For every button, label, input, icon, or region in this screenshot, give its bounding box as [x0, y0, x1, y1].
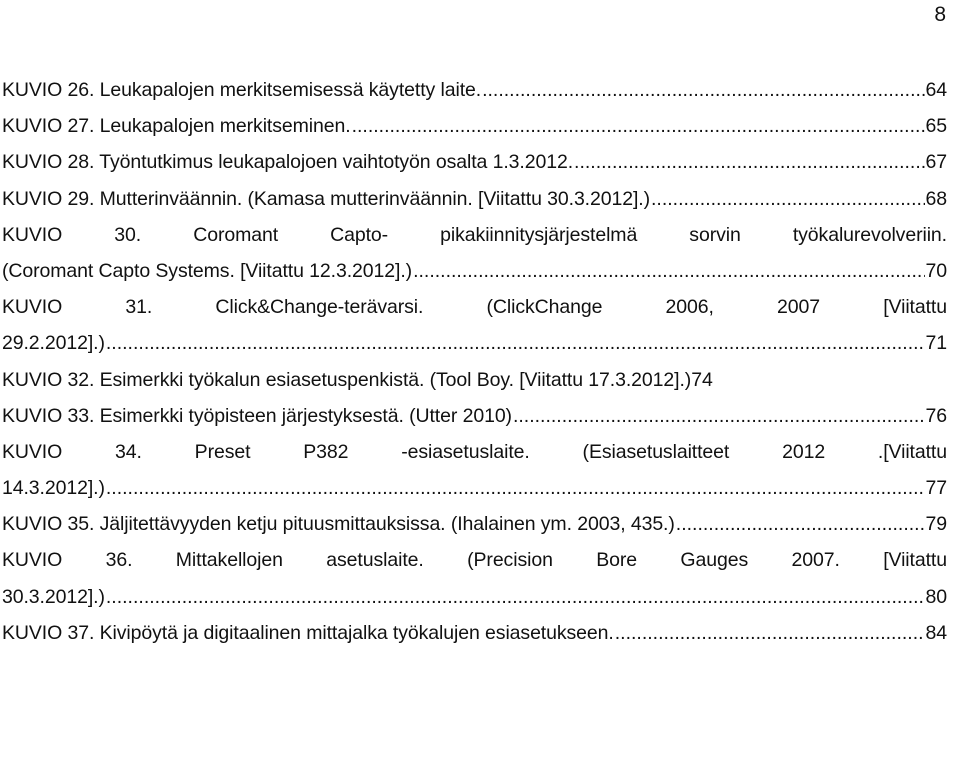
list-of-figures: KUVIO 26. Leukapalojen merkitsemisessä k… [2, 72, 947, 651]
toc-entry-first-line[interactable]: KUVIO 31. Click&Change-terävarsi. (Click… [2, 289, 947, 325]
toc-entry-page: 68 [925, 187, 948, 210]
toc-entry[interactable]: KUVIO 32. Esimerkki työkalun esiasetuspe… [2, 362, 947, 398]
toc-entry-page: 80 [925, 585, 948, 608]
dot-leader [106, 579, 925, 615]
toc-entry[interactable]: KUVIO 26. Leukapalojen merkitsemisessä k… [2, 72, 947, 108]
toc-entry-page: 65 [925, 115, 948, 138]
dot-leader [352, 108, 925, 144]
dot-leader [651, 181, 924, 217]
dot-leader [106, 470, 925, 506]
toc-entry-title: KUVIO 35. Jäljitettävyyden ketju pituusm… [2, 513, 675, 536]
toc-entry-title: 29.2.2012].) [2, 332, 105, 355]
toc-entry-title: 30.3.2012].) [2, 585, 105, 608]
toc-entry-page: 79 [925, 513, 948, 536]
toc-entry-title: KUVIO 37. Kivipöytä ja digitaalinen mitt… [2, 621, 614, 644]
toc-entry-title: KUVIO 33. Esimerkki työpisteen järjestyk… [2, 404, 512, 427]
dot-leader [482, 72, 924, 108]
toc-entry-first-line[interactable]: KUVIO 34. Preset P382 -esiasetuslaite. (… [2, 434, 947, 470]
toc-entry-page: 74 [691, 368, 713, 391]
dot-leader [413, 253, 924, 289]
dot-leader [513, 398, 925, 434]
toc-entry[interactable]: KUVIO 28. Työntutkimus leukapalojoen vai… [2, 144, 947, 180]
toc-entry[interactable]: (Coromant Capto Systems. [Viitattu 12.3.… [2, 253, 947, 289]
toc-entry-page: 70 [925, 259, 948, 282]
dot-leader [676, 506, 925, 542]
toc-entry-title: KUVIO 32. Esimerkki työkalun esiasetuspe… [2, 368, 692, 391]
toc-entry-title: KUVIO 27. Leukapalojen merkitseminen. [2, 115, 351, 138]
dot-leader [574, 144, 924, 180]
toc-entry-page: 67 [925, 151, 948, 174]
dot-leader [615, 615, 925, 651]
toc-entry-first-line[interactable]: KUVIO 36. Mittakellojen asetuslaite. (Pr… [2, 542, 947, 578]
toc-entry-page: 71 [925, 332, 948, 355]
toc-entry-first-line[interactable]: KUVIO 30. Coromant Capto- pikakiinnitysj… [2, 217, 947, 253]
toc-entry-title: 14.3.2012].) [2, 477, 105, 500]
toc-entry[interactable]: KUVIO 27. Leukapalojen merkitseminen. 65 [2, 108, 947, 144]
toc-entry-title: KUVIO 28. Työntutkimus leukapalojoen vai… [2, 151, 574, 174]
toc-entry[interactable]: 29.2.2012].) 71 [2, 325, 947, 361]
toc-entry-page: 77 [925, 477, 948, 500]
toc-entry-title: KUVIO 29. Mutterinväännin. (Kamasa mutte… [2, 187, 651, 210]
page-number: 8 [934, 3, 946, 26]
toc-entry[interactable]: 14.3.2012].) 77 [2, 470, 947, 506]
toc-entry[interactable]: KUVIO 29. Mutterinväännin. (Kamasa mutte… [2, 181, 947, 217]
toc-entry-title: KUVIO 26. Leukapalojen merkitsemisessä k… [2, 79, 482, 101]
toc-entry-title: (Coromant Capto Systems. [Viitattu 12.3.… [2, 259, 413, 282]
toc-entry[interactable]: KUVIO 33. Esimerkki työpisteen järjestyk… [2, 398, 947, 434]
dot-leader [106, 325, 925, 361]
toc-entry-page: 84 [925, 621, 948, 644]
toc-entry[interactable]: KUVIO 37. Kivipöytä ja digitaalinen mitt… [2, 615, 947, 651]
toc-entry[interactable]: 30.3.2012].) 80 [2, 579, 947, 615]
toc-entry-page: 76 [925, 404, 948, 427]
toc-entry-page: 64 [925, 79, 948, 101]
toc-entry[interactable]: KUVIO 35. Jäljitettävyyden ketju pituusm… [2, 506, 947, 542]
